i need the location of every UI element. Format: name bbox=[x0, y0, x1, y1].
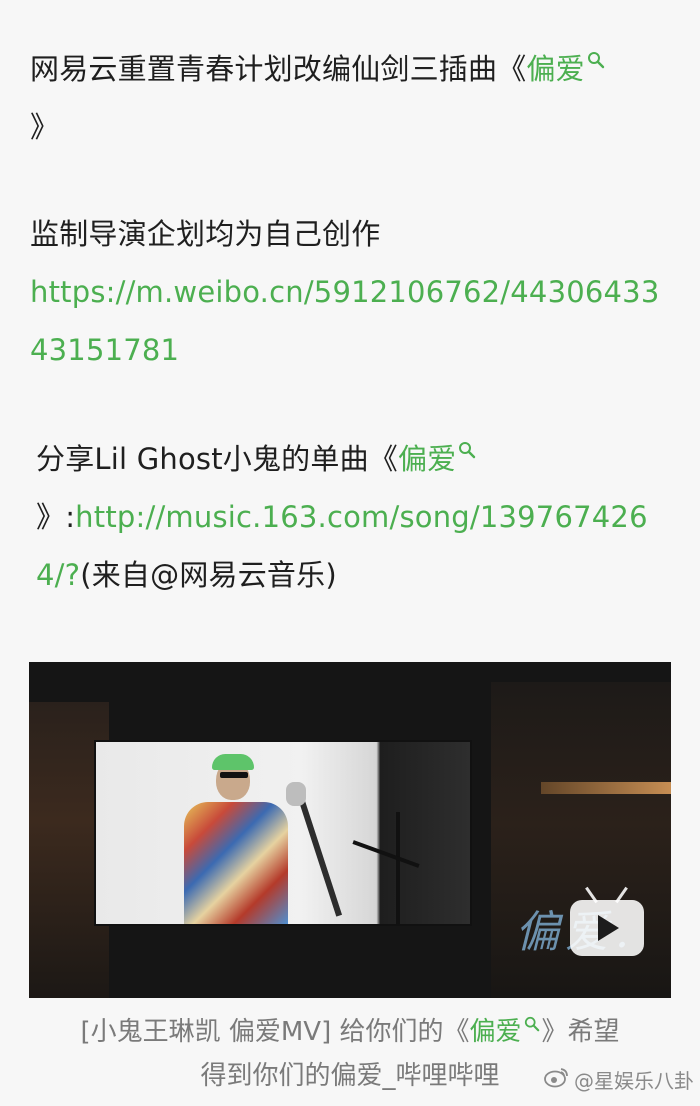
weibo-url-link[interactable]: https://m.weibo.cn/5912106762/4430643343… bbox=[30, 275, 659, 367]
watermark-text: @星娱乐八卦 bbox=[574, 1069, 694, 1093]
video-frame bbox=[96, 742, 470, 924]
mic-stand bbox=[296, 791, 343, 917]
topic-link-pianai[interactable]: 偏爱 bbox=[526, 52, 584, 86]
magnifier-icon[interactable] bbox=[587, 51, 605, 69]
title-close: 》 bbox=[30, 110, 60, 144]
singer-hair bbox=[212, 754, 254, 770]
share-mid: 》: bbox=[36, 500, 76, 534]
watermark: @星娱乐八卦 bbox=[544, 1065, 694, 1094]
microphone bbox=[286, 782, 306, 806]
topic-link-pianai-2[interactable]: 偏爱 bbox=[398, 442, 456, 476]
credit-text: 监制导演企划均为自己创作 bbox=[30, 217, 381, 251]
caption-suffix: 》希望 bbox=[541, 1017, 620, 1047]
music-stand-arm bbox=[352, 840, 420, 868]
title-text: 网易云重置青春计划改编仙剑三插曲《 bbox=[30, 52, 527, 86]
studio-lamp bbox=[541, 782, 671, 794]
weibo-logo-icon bbox=[544, 1066, 570, 1093]
play-triangle bbox=[598, 915, 619, 941]
share-source: (来自@网易云音乐) bbox=[80, 558, 337, 592]
magnifier-icon[interactable] bbox=[524, 1016, 540, 1032]
singer-sunglasses bbox=[220, 772, 248, 778]
magnifier-icon[interactable] bbox=[458, 441, 476, 459]
caption-prefix: [小鬼王琳凯 偏爱MV] 给你们的《 bbox=[80, 1017, 470, 1047]
share-lead: 分享Lil Ghost小鬼的单曲《 bbox=[36, 442, 398, 476]
post-title: 网易云重置青春计划改编仙剑三插曲《偏爱》 bbox=[30, 40, 670, 156]
music-stand bbox=[396, 812, 400, 924]
tv-play-icon[interactable] bbox=[570, 886, 644, 956]
caption-line2: 得到你们的偏爱_哔哩哔哩 bbox=[200, 1061, 500, 1091]
post-share: 分享Lil Ghost小鬼的单曲《偏爱 》:http://music.163.co… bbox=[36, 430, 676, 604]
weibo-post: 网易云重置青春计划改编仙剑三插曲《偏爱》 监制导演企划均为自己创作 https:… bbox=[0, 0, 700, 1106]
singer-shirt bbox=[184, 802, 288, 924]
caption-topic-link[interactable]: 偏爱 bbox=[470, 1017, 522, 1047]
post-credit: 监制导演企划均为自己创作 https://m.weibo.cn/59121067… bbox=[30, 205, 670, 379]
video-thumbnail[interactable]: 偏爱. bbox=[29, 662, 671, 998]
